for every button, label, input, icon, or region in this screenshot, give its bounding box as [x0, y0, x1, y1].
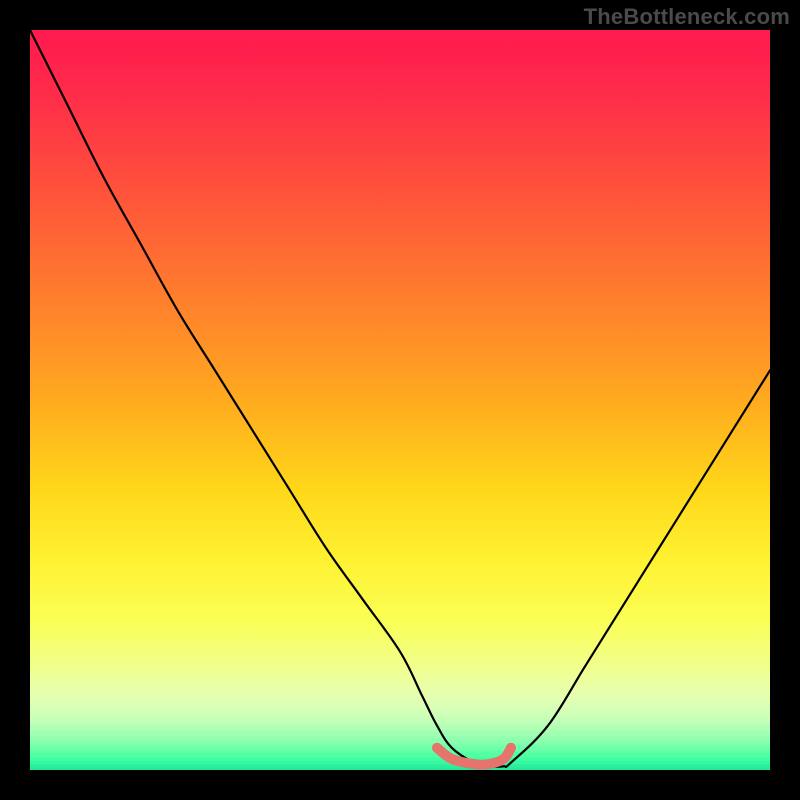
plot-area: [30, 30, 770, 770]
gradient-background: [30, 30, 770, 770]
bottleneck-chart: [30, 30, 770, 770]
chart-frame: TheBottleneck.com: [0, 0, 800, 800]
watermark-label: TheBottleneck.com: [584, 4, 790, 30]
